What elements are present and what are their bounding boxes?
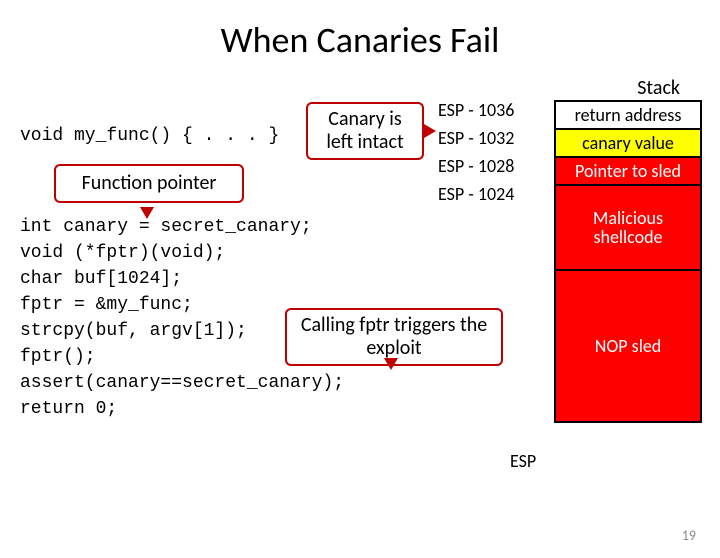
stack-diagram: return address canary value Pointer to s… [554, 100, 702, 423]
arrow-icon [384, 358, 398, 370]
esp-offsets-column: ESP - 1036 ESP - 1032 ESP - 1028 ESP - 1… [438, 96, 514, 208]
page-number: 19 [682, 527, 696, 544]
esp-offset: ESP - 1036 [438, 96, 514, 124]
esp-bottom-label: ESP [510, 450, 536, 472]
arrow-icon [424, 124, 436, 138]
esp-offset: ESP - 1028 [438, 152, 514, 180]
callout-canary-intact: Canary is left intact [306, 102, 424, 160]
esp-offset: ESP - 1032 [438, 124, 514, 152]
stack-cell-pointer-to-sled: Pointer to sled [556, 158, 700, 186]
esp-offset: ESP - 1024 [438, 180, 514, 208]
code-func-decl: void my_func() { . . . } [20, 126, 279, 146]
stack-cell-return-address: return address [556, 102, 700, 130]
stack-cell-canary: canary value [556, 130, 700, 158]
slide-title: When Canaries Fail [0, 18, 720, 62]
stack-cell-nop-sled: NOP sled [556, 271, 700, 421]
stack-heading: Stack [637, 76, 680, 100]
stack-cell-shellcode: Malicious shellcode [556, 186, 700, 271]
callout-function-pointer: Function pointer [54, 164, 244, 203]
